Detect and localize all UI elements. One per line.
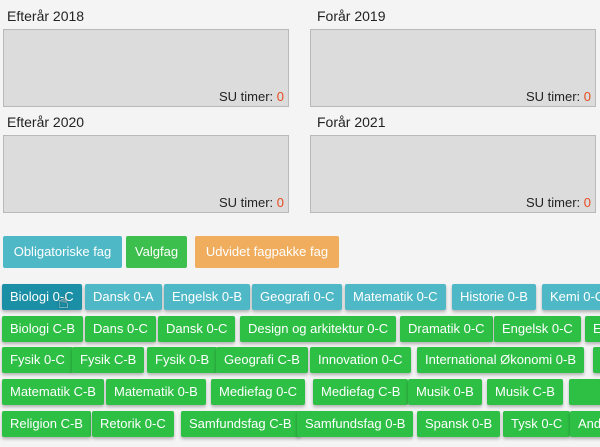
semester-title: Forår 2019 xyxy=(317,8,386,24)
tab-obligatoriske-fag[interactable]: Obligatoriske fag xyxy=(3,236,122,268)
course-chip[interactable]: Innovation 0-C xyxy=(310,347,411,373)
tab-valgfag[interactable]: Valgfag xyxy=(126,236,187,268)
course-row: Religion C-B Retorik 0-C Samfundsfag C-B… xyxy=(0,411,600,437)
course-row-obligatoriske: Biologi 0-C Dansk 0-A Engelsk 0-B Geogra… xyxy=(0,284,600,310)
course-row: Matematik C-B Matematik 0-B Mediefag 0-C… xyxy=(0,379,600,405)
su-hours: SU timer: 0 xyxy=(525,195,591,210)
course-chip[interactable]: Fysik 0-B xyxy=(147,347,218,373)
semester-title: Forår 2021 xyxy=(317,114,386,130)
course-chip[interactable]: Er xyxy=(585,316,600,342)
course-chip[interactable]: Dans 0-C xyxy=(85,316,156,342)
course-chip[interactable]: Matematik C-B xyxy=(2,379,104,405)
semester-dropzone[interactable]: SU timer: 0 xyxy=(3,29,289,107)
course-chip[interactable]: Mediefag 0-C xyxy=(211,379,306,405)
course-row: Biologi C-B Dans 0-C Dansk 0-C Design og… xyxy=(0,316,600,342)
course-chip[interactable]: Musik C-B xyxy=(487,379,563,405)
course-chip[interactable]: Matematik 0-B xyxy=(106,379,206,405)
semester-dropzone[interactable]: SU timer: 0 xyxy=(310,135,596,213)
course-chip[interactable]: Spansk 0-B xyxy=(417,411,501,437)
course-chip[interactable]: Fysik C-B xyxy=(72,347,145,373)
course-chip[interactable]: Geografi 0-C xyxy=(252,284,343,310)
su-hours: SU timer: 0 xyxy=(525,89,591,104)
course-chip[interactable]: International Økonomi 0-B xyxy=(417,347,585,373)
course-chip[interactable]: Dramatik 0-C xyxy=(400,316,493,342)
course-chip[interactable]: Mediefag C-B xyxy=(313,379,409,405)
su-hours: SU timer: 0 xyxy=(218,195,284,210)
course-chip[interactable]: Kemi 0-C xyxy=(542,284,600,310)
course-chip[interactable] xyxy=(593,347,600,373)
course-chip[interactable]: Dansk 0-C xyxy=(158,316,236,342)
semester-dropzone[interactable]: SU timer: 0 xyxy=(310,29,596,107)
semester-dropzone[interactable]: SU timer: 0 xyxy=(3,135,289,213)
course-chip[interactable]: Fysik 0-C xyxy=(2,347,73,373)
semester-efteraar-2018: Efterår 2018 SU timer: 0 xyxy=(0,7,290,107)
su-hours: SU timer: 0 xyxy=(218,89,284,104)
course-chip[interactable]: Engelsk 0-B xyxy=(164,284,251,310)
course-chip[interactable]: Matematik 0-C xyxy=(345,284,446,310)
course-chip[interactable]: Geografi C-B xyxy=(216,347,308,373)
course-row: Fysik 0-C Fysik C-B Fysik 0-B Geografi C… xyxy=(0,347,600,373)
semester-title: Efterår 2018 xyxy=(7,8,85,24)
semester-foraar-2019: Forår 2019 SU timer: 0 xyxy=(310,7,600,107)
semester-efteraar-2020: Efterår 2020 SU timer: 0 xyxy=(0,113,290,213)
course-chip[interactable]: Biologi 0-C xyxy=(2,284,82,310)
course-chip[interactable]: Religion C-B xyxy=(2,411,91,437)
course-chip[interactable] xyxy=(569,379,600,405)
course-chip[interactable]: Retorik 0-C xyxy=(92,411,174,437)
course-chip[interactable]: Design og arkitektur 0-C xyxy=(240,316,397,342)
course-chip[interactable]: Samfundsfag C-B xyxy=(181,411,300,437)
course-chip[interactable]: Dansk 0-A xyxy=(85,284,162,310)
course-chip[interactable]: Musik 0-B xyxy=(408,379,482,405)
semester-title: Efterår 2020 xyxy=(7,114,85,130)
course-chip[interactable]: And xyxy=(570,411,600,437)
semester-foraar-2021: Forår 2021 SU timer: 0 xyxy=(310,113,600,213)
course-chip[interactable]: Engelsk 0-C xyxy=(494,316,581,342)
tab-udvidet-fagpakke-fag[interactable]: Udvidet fagpakke fag xyxy=(195,236,339,268)
course-chip[interactable]: Samfundsfag 0-B xyxy=(297,411,414,437)
course-chip[interactable]: Biologi C-B xyxy=(2,316,84,342)
hand-pointer-icon: ☝ xyxy=(58,292,69,312)
course-chip[interactable]: Tysk 0-C xyxy=(503,411,571,437)
course-chip[interactable]: Historie 0-B xyxy=(452,284,536,310)
